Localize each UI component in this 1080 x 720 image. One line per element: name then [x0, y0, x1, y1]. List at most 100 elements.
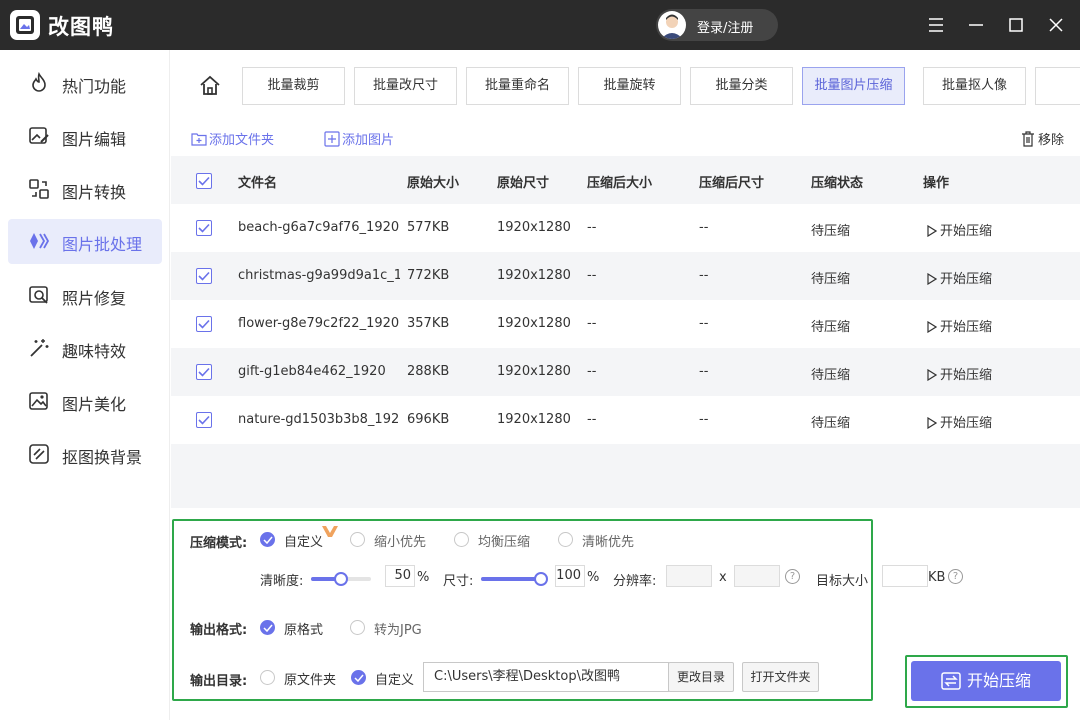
cutout-icon	[28, 443, 50, 465]
row-checkbox[interactable]	[196, 412, 212, 428]
change-dir-button[interactable]: 更改目录	[668, 662, 734, 692]
mode-option-label: 自定义	[284, 535, 324, 550]
maximize-icon[interactable]	[1004, 13, 1028, 37]
row-checkbox[interactable]	[196, 220, 212, 236]
sidebar: 热门功能 图片编辑 图片转换 图片批处理 照片修复 趣味特效 图片美化 抠图换背…	[0, 50, 170, 720]
resolution-x: x	[719, 570, 727, 585]
start-compress-row-button[interactable]: 开始压缩	[927, 316, 992, 335]
trash-icon	[1021, 131, 1034, 147]
sidebar-item-cutout[interactable]: 抠图换背景	[8, 432, 162, 477]
resolution-width-input[interactable]	[666, 565, 712, 587]
add-image-icon	[324, 131, 340, 147]
start-compress-row-button[interactable]: 开始压缩	[927, 364, 992, 383]
minimize-icon[interactable]	[964, 13, 988, 37]
cell-dims: 1920x1280	[497, 316, 571, 331]
cell-size: 357KB	[407, 316, 450, 331]
size-percent: %	[587, 570, 600, 585]
sidebar-item-image-edit[interactable]: 图片编辑	[8, 114, 162, 159]
home-icon[interactable]	[199, 75, 221, 97]
cell-new-size: --	[587, 220, 597, 235]
row-checkbox[interactable]	[196, 268, 212, 284]
size-slider-knob[interactable]	[534, 572, 548, 586]
format-radio-jpg[interactable]	[350, 620, 365, 635]
mode-option-label: 清晰优先	[582, 535, 635, 550]
remove-button[interactable]: 移除	[1021, 129, 1064, 148]
menu-icon[interactable]	[924, 13, 948, 37]
tab-batch-classify[interactable]: 批量分类	[690, 67, 793, 105]
header-compressed-size: 压缩后大小	[587, 176, 653, 191]
sidebar-item-convert[interactable]: 图片转换	[8, 167, 162, 212]
tab-batch-rotate[interactable]: 批量旋转	[578, 67, 681, 105]
dir-radio-custom[interactable]	[351, 670, 366, 685]
compress-icon	[941, 672, 961, 690]
cell-new-dims: --	[699, 412, 709, 427]
cell-filename: christmas-g9a99d9a1c_1...	[238, 268, 400, 283]
target-size-input[interactable]	[882, 565, 928, 587]
format-radio-original[interactable]	[260, 620, 275, 635]
add-folder-button[interactable]: 添加文件夹	[191, 129, 274, 148]
vip-badge-icon	[321, 524, 339, 542]
start-compress-row-button[interactable]: 开始压缩	[927, 412, 992, 431]
tab-overflow[interactable]	[1035, 67, 1080, 105]
play-icon	[927, 368, 938, 382]
sidebar-item-beautify[interactable]: 图片美化	[8, 379, 162, 424]
cell-new-dims: --	[699, 364, 709, 379]
tab-batch-crop[interactable]: 批量裁剪	[242, 67, 345, 105]
resolution-height-input[interactable]	[734, 565, 780, 587]
clarity-percent: %	[417, 570, 430, 585]
cell-dims: 1920x1280	[497, 412, 571, 427]
cell-dims: 1920x1280	[497, 268, 571, 283]
output-path-field[interactable]: C:\Users\李程\Desktop\改图鸭	[423, 662, 669, 692]
mode-radio-balanced[interactable]	[454, 532, 469, 547]
clarity-input[interactable]: 50	[385, 565, 415, 587]
mode-radio-custom[interactable]	[260, 532, 275, 547]
cell-size: 288KB	[407, 364, 450, 379]
start-compress-row-button[interactable]: 开始压缩	[927, 268, 992, 287]
row-checkbox[interactable]	[196, 364, 212, 380]
row-checkbox[interactable]	[196, 316, 212, 332]
add-folder-icon	[191, 133, 207, 146]
login-button[interactable]: 登录/注册	[656, 9, 778, 41]
cell-status: 待压缩	[811, 416, 851, 431]
size-input[interactable]: 100	[555, 565, 585, 587]
target-size-help-icon[interactable]: ?	[948, 569, 963, 584]
open-folder-button[interactable]: 打开文件夹	[742, 662, 819, 692]
sidebar-item-effects[interactable]: 趣味特效	[8, 326, 162, 371]
tab-batch-rename[interactable]: 批量重命名	[466, 67, 569, 105]
size-slider-fill	[481, 577, 541, 581]
tab-batch-compress[interactable]: 批量图片压缩	[802, 67, 905, 105]
close-icon[interactable]	[1044, 13, 1068, 37]
sidebar-item-hot[interactable]: 热门功能	[8, 61, 162, 106]
add-image-button[interactable]: 添加图片	[324, 129, 394, 148]
mode-radio-clarity[interactable]	[558, 532, 573, 547]
sidebar-item-label: 照片修复	[62, 289, 127, 308]
file-table: beach-g6a7c9af76_1920 577KB 1920x1280 --…	[171, 204, 1080, 508]
resolution-help-icon[interactable]: ?	[785, 569, 800, 584]
sidebar-item-photo-repair[interactable]: 照片修复	[8, 273, 162, 318]
play-icon	[927, 272, 938, 286]
table-row: beach-g6a7c9af76_1920 577KB 1920x1280 --…	[171, 204, 1080, 252]
clarity-slider-knob[interactable]	[334, 572, 348, 586]
tab-batch-portrait-cutout[interactable]: 批量抠人像	[923, 67, 1026, 105]
sidebar-item-batch[interactable]: 图片批处理	[8, 219, 162, 264]
mode-radio-smaller[interactable]	[350, 532, 365, 547]
tab-batch-resize[interactable]: 批量改尺寸	[354, 67, 457, 105]
app-title: 改图鸭	[48, 15, 114, 39]
table-header: 文件名 原始大小 原始尺寸 压缩后大小 压缩后尺寸 压缩状态 操作	[171, 156, 1080, 204]
header-filename: 文件名	[238, 176, 278, 191]
start-compress-row-button[interactable]: 开始压缩	[927, 220, 992, 239]
select-all-checkbox[interactable]	[196, 173, 212, 189]
start-compress-button[interactable]: 开始压缩	[911, 661, 1061, 701]
login-label: 登录/注册	[697, 21, 754, 36]
clarity-slider[interactable]	[311, 572, 371, 586]
cell-status: 待压缩	[811, 368, 851, 383]
target-size-unit: KB	[928, 570, 946, 585]
size-slider[interactable]	[481, 572, 548, 586]
dir-radio-original[interactable]	[260, 670, 275, 685]
play-icon	[927, 224, 938, 238]
sidebar-item-label: 热门功能	[62, 77, 127, 96]
cell-new-dims: --	[699, 316, 709, 331]
magic-wand-icon	[28, 337, 50, 359]
cell-filename: gift-g1eb84e462_1920	[238, 364, 386, 379]
cell-status: 待压缩	[811, 272, 851, 287]
